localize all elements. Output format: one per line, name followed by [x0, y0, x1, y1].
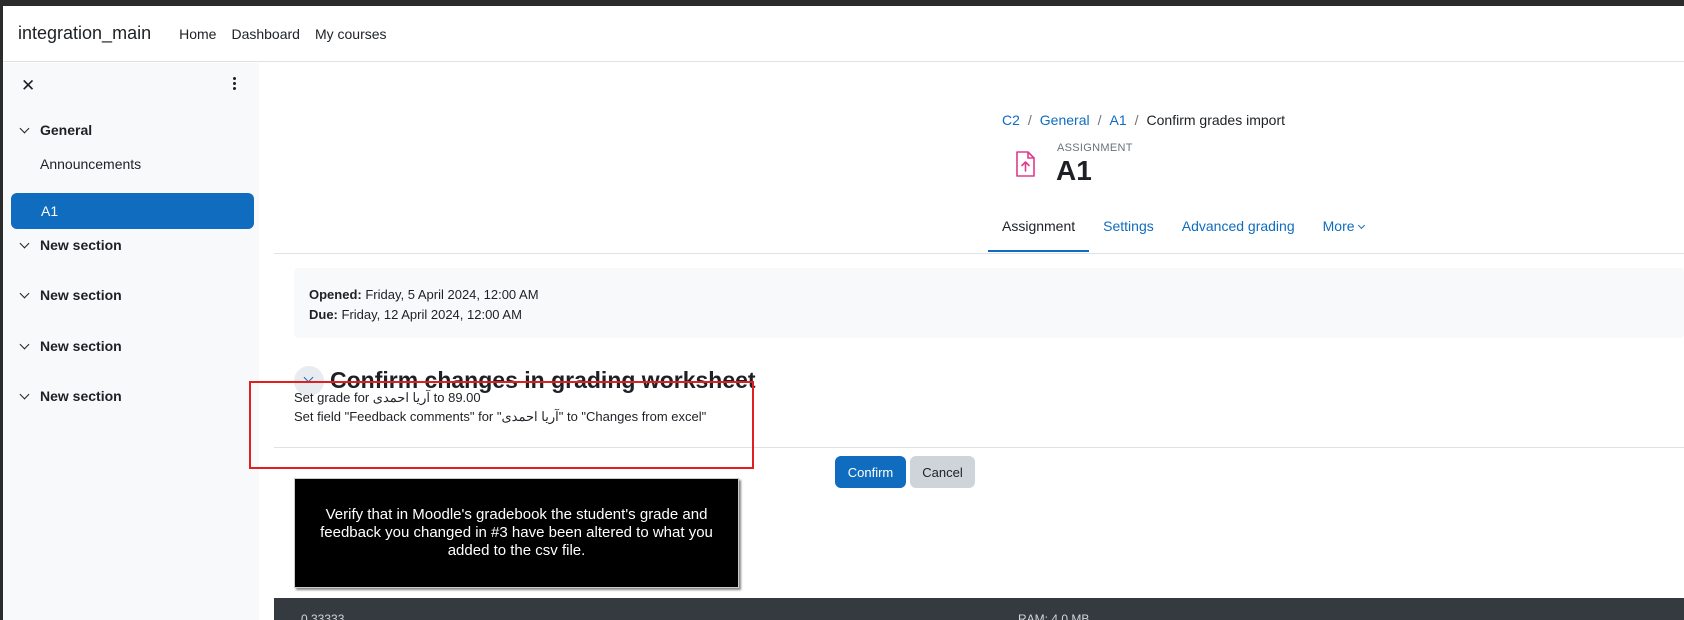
top-navbar: integration_main Home Dashboard My cours…	[3, 6, 1684, 62]
breadcrumb-separator: /	[1027, 112, 1032, 128]
breadcrumb: C2 / General / A1 / Confirm grades impor…	[1002, 112, 1285, 128]
chevron-down-icon	[19, 389, 30, 399]
secondary-navigation: Assignment Settings Advanced grading Mor…	[988, 208, 1378, 252]
section-label: New section	[40, 287, 122, 303]
instruction-note: Verify that in Moodle's gradebook the st…	[294, 478, 739, 588]
highlight-annotation-box	[249, 381, 754, 469]
tab-label: Advanced grading	[1181, 218, 1295, 234]
tabs-divider	[274, 253, 1684, 254]
drawer-item-label: A1	[41, 203, 59, 219]
opened-value: Friday, 5 April 2024, 12:00 AM	[365, 287, 539, 302]
page-title: A1	[1056, 155, 1092, 186]
section-new-2[interactable]: New section	[19, 287, 122, 303]
tab-more[interactable]: More	[1309, 208, 1378, 252]
tab-advanced-grading[interactable]: Advanced grading	[1168, 208, 1309, 252]
nav-dashboard[interactable]: Dashboard	[231, 26, 300, 42]
chevron-down-icon	[19, 288, 30, 298]
section-new-3[interactable]: New section	[19, 338, 122, 354]
close-icon[interactable]: ✕	[21, 77, 35, 94]
tab-label: Assignment	[1002, 218, 1076, 234]
tab-label: More	[1322, 218, 1355, 234]
chevron-down-icon	[19, 238, 30, 248]
opened-date: Opened: Friday, 5 April 2024, 12:00 AM	[309, 285, 1669, 305]
due-date: Due: Friday, 12 April 2024, 12:00 AM	[309, 305, 1669, 325]
breadcrumb-separator: /	[1097, 112, 1102, 128]
breadcrumb-general[interactable]: General	[1040, 112, 1090, 128]
due-label: Due:	[309, 307, 338, 322]
footer-perf: 0.33333	[301, 612, 345, 620]
activity-type-label: ASSIGNMENT	[1057, 142, 1133, 154]
tab-assignment[interactable]: Assignment	[988, 208, 1090, 252]
section-label: New section	[40, 338, 122, 354]
file-upload-icon	[1016, 151, 1035, 177]
footer-ram: RAM: 4.0 MB	[1018, 612, 1090, 620]
breadcrumb-separator: /	[1134, 112, 1139, 128]
activity-dates: Opened: Friday, 5 April 2024, 12:00 AM D…	[294, 268, 1684, 338]
due-value: Friday, 12 April 2024, 12:00 AM	[341, 307, 522, 322]
section-general[interactable]: General	[19, 122, 93, 138]
nav-my-courses[interactable]: My courses	[315, 26, 387, 42]
cancel-button[interactable]: Cancel	[910, 456, 975, 488]
tab-settings[interactable]: Settings	[1089, 208, 1168, 252]
nav-home[interactable]: Home	[179, 26, 216, 42]
chevron-down-icon	[1357, 221, 1365, 230]
tab-label: Settings	[1103, 218, 1154, 234]
drawer-item-a1[interactable]: A1	[11, 193, 254, 229]
confirm-button[interactable]: Confirm	[835, 456, 906, 488]
drawer-item-announcements[interactable]: Announcements	[40, 156, 141, 172]
section-new-4[interactable]: New section	[19, 388, 122, 404]
section-new-1[interactable]: New section	[19, 237, 122, 253]
section-label: General	[40, 122, 93, 138]
course-index-drawer: ✕ General Announcements A1 New section N…	[3, 63, 259, 620]
chevron-down-icon	[19, 339, 30, 349]
site-brand[interactable]: integration_main	[18, 23, 151, 44]
opened-label: Opened:	[309, 287, 362, 302]
breadcrumb-current: Confirm grades import	[1146, 112, 1286, 128]
kebab-menu-icon[interactable]	[228, 75, 240, 95]
page-footer: 0.33333 RAM: 4.0 MB	[274, 598, 1684, 620]
section-label: New section	[40, 388, 122, 404]
chevron-down-icon	[19, 123, 30, 133]
breadcrumb-c2[interactable]: C2	[1002, 112, 1020, 128]
section-label: New section	[40, 237, 122, 253]
breadcrumb-a1[interactable]: A1	[1110, 112, 1127, 128]
